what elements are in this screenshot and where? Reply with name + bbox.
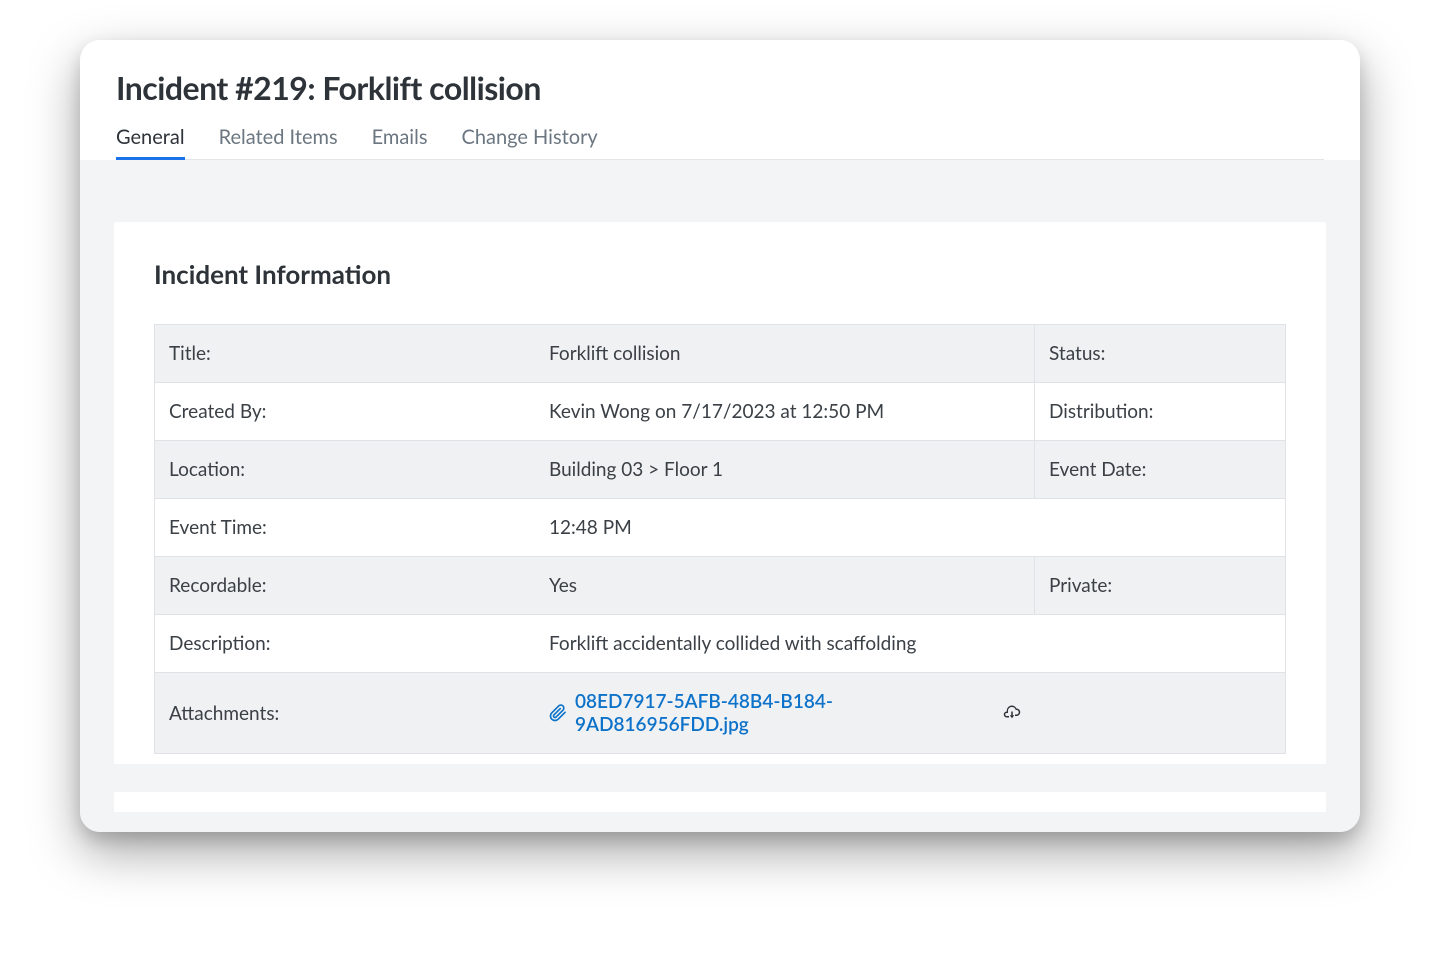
incident-info-table: Title: Forklift collision Status: Create… bbox=[154, 324, 1286, 754]
row-created-by: Created By: Kevin Wong on 7/17/2023 at 1… bbox=[155, 383, 1285, 441]
empty-cell-2 bbox=[1035, 615, 1285, 672]
label-distribution: Distribution: bbox=[1035, 383, 1285, 440]
empty-cell-3 bbox=[1035, 673, 1285, 753]
section-title: Incident Information bbox=[154, 258, 1286, 290]
tab-general[interactable]: General bbox=[116, 125, 185, 159]
label-event-time: Event Time: bbox=[155, 499, 535, 556]
label-attachments: Attachments: bbox=[155, 673, 535, 753]
row-title: Title: Forklift collision Status: bbox=[155, 325, 1285, 383]
row-attachments: Attachments: 08ED7917-5AFB-48B4-B184-9AD… bbox=[155, 673, 1285, 754]
empty-cell bbox=[1035, 499, 1285, 556]
tab-related-items[interactable]: Related Items bbox=[219, 125, 338, 159]
incident-detail-window: Incident #219: Forklift collision Genera… bbox=[80, 40, 1360, 832]
attachment-link[interactable]: 08ED7917-5AFB-48B4-B184-9AD816956FDD.jpg bbox=[549, 690, 999, 736]
value-title: Forklift collision bbox=[535, 325, 1035, 382]
value-created-by: Kevin Wong on 7/17/2023 at 12:50 PM bbox=[535, 383, 1035, 440]
row-recordable: Recordable: Yes Private: bbox=[155, 557, 1285, 615]
value-event-time: 12:48 PM bbox=[535, 499, 1035, 556]
next-card-peek bbox=[114, 792, 1326, 812]
label-private: Private: bbox=[1035, 557, 1285, 614]
value-attachments: 08ED7917-5AFB-48B4-B184-9AD816956FDD.jpg bbox=[535, 673, 1035, 753]
attachment-filename: 08ED7917-5AFB-48B4-B184-9AD816956FDD.jpg bbox=[575, 690, 999, 736]
tab-emails[interactable]: Emails bbox=[372, 125, 428, 159]
label-created-by: Created By: bbox=[155, 383, 535, 440]
value-recordable: Yes bbox=[535, 557, 1035, 614]
incident-info-card: Incident Information Title: Forklift col… bbox=[114, 222, 1326, 764]
label-description: Description: bbox=[155, 615, 535, 672]
label-event-date: Event Date: bbox=[1035, 441, 1285, 498]
page-title: Incident #219: Forklift collision bbox=[116, 68, 1324, 107]
row-description: Description: Forklift accidentally colli… bbox=[155, 615, 1285, 673]
label-location: Location: bbox=[155, 441, 535, 498]
tab-bar: General Related Items Emails Change Hist… bbox=[116, 125, 1324, 160]
page-header: Incident #219: Forklift collision Genera… bbox=[80, 40, 1360, 160]
label-status: Status: bbox=[1035, 325, 1285, 382]
row-location: Location: Building 03 > Floor 1 Event Da… bbox=[155, 441, 1285, 499]
value-description: Forklift accidentally collided with scaf… bbox=[535, 615, 1035, 672]
page-body: Incident Information Title: Forklift col… bbox=[80, 160, 1360, 832]
paperclip-icon bbox=[549, 704, 567, 722]
tab-change-history[interactable]: Change History bbox=[461, 125, 597, 159]
download-icon[interactable] bbox=[1003, 704, 1021, 722]
label-recordable: Recordable: bbox=[155, 557, 535, 614]
label-title: Title: bbox=[155, 325, 535, 382]
row-event-time: Event Time: 12:48 PM bbox=[155, 499, 1285, 557]
value-location: Building 03 > Floor 1 bbox=[535, 441, 1035, 498]
